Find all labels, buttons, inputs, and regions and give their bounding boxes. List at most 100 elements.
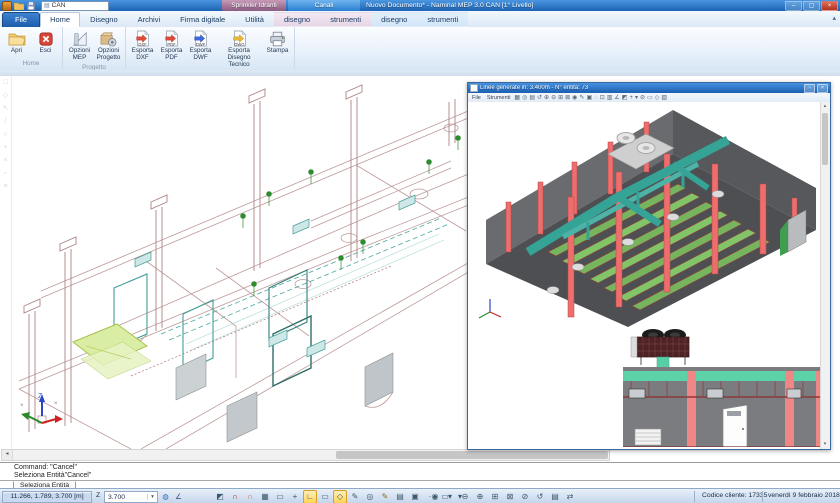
zoom-out-icon[interactable]: ⊖: [458, 490, 472, 503]
tab-strumenti-sprinkler[interactable]: strumenti: [320, 12, 371, 27]
horizontal-scroll-thumb[interactable]: [336, 451, 608, 459]
esci-button[interactable]: Esci: [32, 29, 59, 56]
pencil-icon[interactable]: ✎: [378, 490, 392, 503]
render-tool-icon[interactable]: ▭: [647, 95, 653, 101]
close-button[interactable]: ×: [821, 1, 838, 11]
horizontal-scrollbar[interactable]: ◂: [1, 449, 610, 461]
render-tool-icon[interactable]: ▾: [635, 95, 638, 101]
render-tool-icon[interactable]: +: [629, 95, 633, 101]
globe-icon[interactable]: ◍: [160, 491, 171, 502]
scroll-left-arrow[interactable]: ◂: [2, 450, 13, 460]
opzioni-progetto-button[interactable]: Opzioni Progetto: [95, 29, 122, 63]
save-icon[interactable]: [26, 2, 36, 10]
render-tool-icon[interactable]: ◎: [522, 95, 527, 101]
zoom-extents-icon[interactable]: ⊠: [503, 490, 517, 503]
layer-manager-icon[interactable]: ▤: [548, 490, 562, 503]
render-tool-icon[interactable]: ▦: [514, 95, 520, 101]
render-tool-icon[interactable]: ◉: [572, 95, 577, 101]
left-tool-icon[interactable]: □: [3, 79, 7, 86]
render-preview-window[interactable]: Linee generate in: 3.400m - N° entita: 7…: [467, 82, 831, 450]
sphere-icon[interactable]: ◎: [363, 490, 377, 503]
render-window-maximize-button[interactable]: ▫: [804, 84, 815, 93]
render-tool-icon[interactable]: ▣: [586, 95, 592, 101]
render-window-menu-file[interactable]: File: [470, 95, 483, 101]
render-tool-icon[interactable]: ⊞: [558, 95, 563, 101]
left-tool-icon[interactable]: ×: [3, 157, 7, 164]
contextual-group-sprinkler-idranti[interactable]: Sprinkler Idranti: [222, 0, 286, 11]
render-tool-icon[interactable]: ✎: [579, 95, 584, 101]
tab-utilita[interactable]: Utilità: [235, 12, 274, 27]
osnap-icon[interactable]: ◇: [333, 490, 347, 503]
left-tool-icon[interactable]: ◇: [3, 92, 8, 99]
left-tool-icon[interactable]: /: [5, 118, 7, 125]
render-tool-icon[interactable]: ⊠: [565, 95, 570, 101]
tab-disegno-canali[interactable]: disegno: [371, 12, 417, 27]
render-tool-icon[interactable]: ∠: [614, 95, 619, 101]
view-dropdown-icon[interactable]: ▾: [443, 490, 457, 503]
pen-icon[interactable]: ✎: [348, 490, 362, 503]
esporta-disegno-tecnico-button[interactable]: DWG Esporta Disegno Tecnico: [216, 29, 262, 69]
tab-strumenti-canali[interactable]: strumenti: [417, 12, 468, 27]
ucs-icon[interactable]: ▭: [273, 490, 287, 503]
render-tool-icon[interactable]: ◌: [594, 95, 598, 101]
z-dropdown-icon[interactable]: ▾: [147, 494, 157, 500]
render-tool-icon[interactable]: ⊡: [600, 95, 605, 101]
quick-search-combo[interactable]: ▤ CAN: [41, 1, 109, 11]
tab-disegno-sprinkler[interactable]: disegno: [274, 12, 320, 27]
minimize-button[interactable]: –: [785, 1, 802, 11]
render-tool-icon[interactable]: ▧: [661, 95, 667, 101]
snap-reference-icon[interactable]: ∩: [243, 490, 257, 503]
grid-icon[interactable]: ▦: [258, 490, 272, 503]
left-tool-icon[interactable]: ↖: [3, 105, 9, 112]
selection-arrow-icon[interactable]: ◩: [213, 490, 227, 503]
render-window-client[interactable]: ▴ ▾: [468, 102, 830, 449]
opzioni-mep-button[interactable]: Opzioni MEP: [66, 29, 93, 63]
render-tool-icon[interactable]: ▤: [529, 95, 535, 101]
stampa-button[interactable]: Stampa: [264, 29, 291, 56]
cube-icon[interactable]: ▣: [408, 490, 422, 503]
crosshair-icon[interactable]: +: [288, 490, 302, 503]
zoom-in-icon[interactable]: ⊕: [473, 490, 487, 503]
snap-entity-icon[interactable]: ∩: [228, 490, 242, 503]
contextual-group-canali[interactable]: Canali: [288, 0, 360, 11]
angle-icon[interactable]: ∠: [173, 491, 184, 502]
left-tool-icon[interactable]: +: [3, 144, 7, 151]
tab-home[interactable]: Home: [40, 12, 80, 27]
render-window-vertical-scrollbar[interactable]: ▴ ▾: [820, 102, 830, 449]
esporta-dwf-button[interactable]: DWF Esporta DWF: [187, 29, 214, 63]
render-tool-icon[interactable]: ▥: [607, 95, 613, 101]
zoom-window-icon[interactable]: ⊞: [488, 490, 502, 503]
scroll-up-arrow[interactable]: ▴: [821, 102, 829, 111]
scroll-down-arrow[interactable]: ▾: [821, 440, 829, 449]
apri-button[interactable]: Apri: [3, 29, 30, 56]
regen-icon[interactable]: ↺: [533, 490, 547, 503]
monitor-icon[interactable]: ▭: [318, 490, 332, 503]
left-tool-icon[interactable]: ≡: [3, 183, 7, 190]
render-tool-icon[interactable]: ◇: [655, 95, 660, 101]
render-tool-icon[interactable]: ↺: [537, 95, 542, 101]
esporta-pdf-button[interactable]: PDF Esporta PDF: [158, 29, 185, 63]
render-3d-view[interactable]: [468, 102, 820, 337]
tab-disegno[interactable]: Disegno: [80, 12, 128, 27]
z-level-combo[interactable]: 3.700 ▾: [104, 491, 158, 503]
render-window-menu-strumenti[interactable]: Strumenti: [485, 95, 513, 101]
ribbon-collapse-icon[interactable]: ▴: [832, 14, 836, 22]
render-elevation-view[interactable]: [595, 325, 821, 447]
layers-icon[interactable]: ▤: [393, 490, 407, 503]
vertical-scroll-thumb[interactable]: [822, 113, 828, 165]
open-file-icon[interactable]: [14, 2, 24, 10]
render-tool-icon[interactable]: ⊕: [544, 95, 549, 101]
render-tool-icon[interactable]: ⊖: [551, 95, 556, 101]
left-tool-icon[interactable]: ○: [3, 131, 7, 138]
render-window-titlebar[interactable]: Linee generate in: 3.400m - N° entita: 7…: [468, 83, 830, 93]
app-icon[interactable]: [2, 1, 12, 11]
render-tool-icon[interactable]: ◩: [622, 95, 628, 101]
tab-firma-digitale[interactable]: Firma digitale: [170, 12, 235, 27]
pan-icon[interactable]: ⇄: [563, 490, 577, 503]
render-tool-icon[interactable]: ⊘: [640, 95, 645, 101]
esporta-dxf-button[interactable]: DXF Esporta DXF: [129, 29, 156, 63]
eye-icon[interactable]: ◉: [428, 490, 442, 503]
maximize-button[interactable]: ▢: [803, 1, 820, 11]
left-tool-icon[interactable]: ⌐: [3, 170, 7, 177]
render-window-close-button[interactable]: ×: [817, 84, 828, 93]
